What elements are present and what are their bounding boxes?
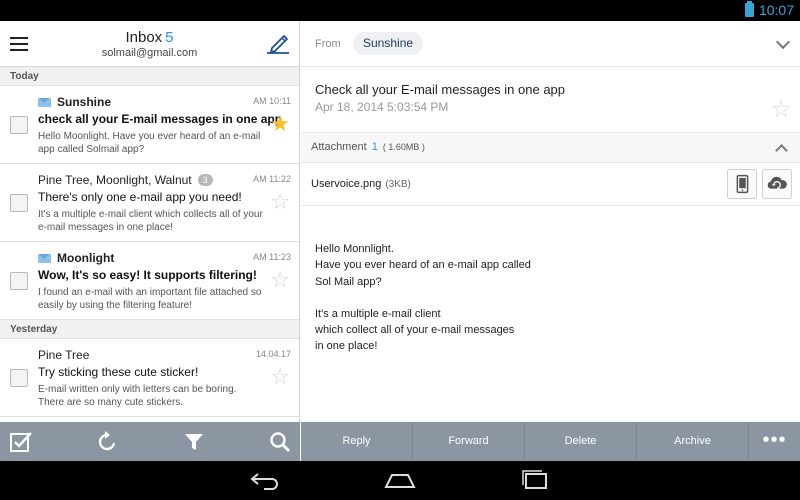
save-to-cloud-icon[interactable] xyxy=(762,169,792,199)
mail-sender: Moonlight xyxy=(38,251,114,265)
mail-time: AM 10:11 xyxy=(253,96,291,106)
star-icon[interactable]: ☆ xyxy=(270,191,290,213)
attachment-count: 1 xyxy=(371,141,378,153)
from-label: From xyxy=(315,38,341,50)
section-today: Today xyxy=(0,67,299,86)
from-row: From Sunshine xyxy=(301,21,800,67)
system-nav-bar xyxy=(0,461,800,500)
sender-name: Pine Tree xyxy=(38,348,90,362)
section-yesterday: Yesterday xyxy=(0,320,299,339)
home-icon[interactable] xyxy=(383,469,417,491)
unread-count: 5 xyxy=(165,29,174,46)
body-line: which collect all of your e-mail message… xyxy=(315,324,515,337)
mail-time: AM 11:23 xyxy=(253,252,291,262)
mail-list-item[interactable]: Pine Tree 14.04.17 Try sticking these cu… xyxy=(0,339,299,417)
body-line: in one place! xyxy=(315,340,378,353)
message-subject: Check all your E-mail messages in one ap… xyxy=(315,82,566,97)
body-line: Hello Monnlight. xyxy=(315,243,394,255)
attachment-name: Uservoice.png xyxy=(311,178,382,190)
mail-app: Inbox 5 solmail@gmail.com Today Sunshine … xyxy=(0,21,800,461)
mail-sender: Pine Tree, Moonlight, Walnut 3 xyxy=(38,173,213,187)
mail-preview: E-mail written only with letters can be … xyxy=(38,384,237,408)
mail-subject: Try sticking these cute sticker! xyxy=(38,365,199,379)
message-detail-pane: From Sunshine Check all your E-mail mess… xyxy=(301,21,800,461)
mail-time: 14.04.17 xyxy=(255,349,291,359)
body-line: Have you ever heard of an e-mail app cal… xyxy=(315,259,531,272)
filter-icon[interactable] xyxy=(182,430,206,454)
refresh-icon[interactable] xyxy=(95,430,119,454)
body-line: Sol Mail app? xyxy=(315,275,382,288)
attachment-label: Attachment 1 ( 1.60MB ) xyxy=(311,141,425,153)
sender-name: Pine Tree, Moonlight, Walnut xyxy=(38,173,192,187)
mail-list-item[interactable]: Sunshine AM 10:11 check all your E-mail … xyxy=(0,86,299,164)
body-line xyxy=(315,290,531,306)
delete-button[interactable]: Delete xyxy=(525,422,637,461)
inbox-title[interactable]: Inbox 5 xyxy=(0,29,299,46)
more-options-button[interactable]: ••• xyxy=(749,422,800,461)
archive-button[interactable]: Archive xyxy=(637,422,749,461)
chevron-down-icon[interactable] xyxy=(775,34,791,50)
reply-button[interactable]: Reply xyxy=(301,422,413,461)
compose-pen-icon[interactable] xyxy=(265,32,291,54)
recent-apps-icon[interactable] xyxy=(518,469,552,491)
mail-checkbox[interactable] xyxy=(10,116,28,134)
star-icon[interactable]: ☆ xyxy=(270,269,290,291)
status-bar: 10:07 xyxy=(0,0,800,21)
mail-preview: Hello Moonlight. Have you ever heard of … xyxy=(38,131,261,155)
sender-chip[interactable]: Sunshine xyxy=(353,32,424,55)
message-toolbar: Reply Forward Delete Archive ••• xyxy=(301,422,800,461)
attachment-header[interactable]: Attachment 1 ( 1.60MB ) xyxy=(301,133,800,163)
message-body: Hello Monnlight. Have you ever heard of … xyxy=(315,241,531,355)
mail-checkbox[interactable] xyxy=(10,194,28,212)
back-icon[interactable] xyxy=(248,469,282,491)
mail-checkbox[interactable] xyxy=(10,369,28,387)
attachment-file-size: (3KB) xyxy=(385,179,411,190)
message-date: Apr 18, 2014 5:03:54 PM xyxy=(315,100,449,114)
mail-subject: Wow, It's so easy! It supports filtering… xyxy=(38,268,257,282)
chevron-up-icon[interactable] xyxy=(775,144,788,157)
attachment-title: Attachment xyxy=(311,141,367,153)
battery-icon xyxy=(744,1,754,17)
attachment-item[interactable]: Uservoice.png (3KB) xyxy=(301,163,800,206)
account-email: solmail@gmail.com xyxy=(101,47,198,59)
search-icon[interactable] xyxy=(268,430,292,454)
list-header: Inbox 5 solmail@gmail.com xyxy=(0,21,299,67)
star-icon[interactable]: ☆ xyxy=(270,366,290,388)
mail-subject: check all your E-mail messages in one ap… xyxy=(38,112,283,126)
mail-preview: It's a multiple e-mail client which coll… xyxy=(38,209,263,233)
list-toolbar xyxy=(0,422,300,461)
status-area: 10:07 xyxy=(744,1,794,18)
attachment-total-size: ( 1.60MB ) xyxy=(382,142,425,152)
status-clock: 10:07 xyxy=(758,2,794,18)
forward-button[interactable]: Forward xyxy=(413,422,525,461)
thread-count-badge: 3 xyxy=(197,174,213,186)
mail-sender: Sunshine xyxy=(38,95,111,109)
mail-checkbox[interactable] xyxy=(10,272,28,290)
sender-name: Moonlight xyxy=(57,251,115,265)
message-subject-block: Check all your E-mail messages in one ap… xyxy=(301,67,800,133)
mail-time: AM 11:22 xyxy=(253,174,291,184)
mail-subject: There's only one e-mail app you need! xyxy=(38,190,242,204)
mail-sender: Pine Tree xyxy=(38,348,89,362)
unread-envelope-icon xyxy=(38,97,51,107)
message-list-pane: Inbox 5 solmail@gmail.com Today Sunshine … xyxy=(0,21,300,461)
body-line: It's a multiple e-mail client xyxy=(315,307,441,320)
folder-name: Inbox xyxy=(125,29,163,46)
mail-list-item[interactable]: Moonlight AM 11:23 Wow, It's so easy! It… xyxy=(0,242,299,320)
mail-list-item[interactable]: Pine Tree, Moonlight, Walnut 3 AM 11:22 T… xyxy=(0,164,299,242)
mail-preview: I found an e-mail with an important file… xyxy=(38,287,262,311)
star-icon[interactable]: ☆ xyxy=(770,95,792,124)
star-icon[interactable]: ★ xyxy=(270,113,290,135)
attachment-filename: Uservoice.png (3KB) xyxy=(311,178,411,190)
sender-name: Sunshine xyxy=(57,95,112,109)
unread-envelope-icon xyxy=(38,253,51,263)
select-all-checkbox-icon[interactable] xyxy=(9,430,33,454)
save-to-device-icon[interactable] xyxy=(727,169,757,199)
